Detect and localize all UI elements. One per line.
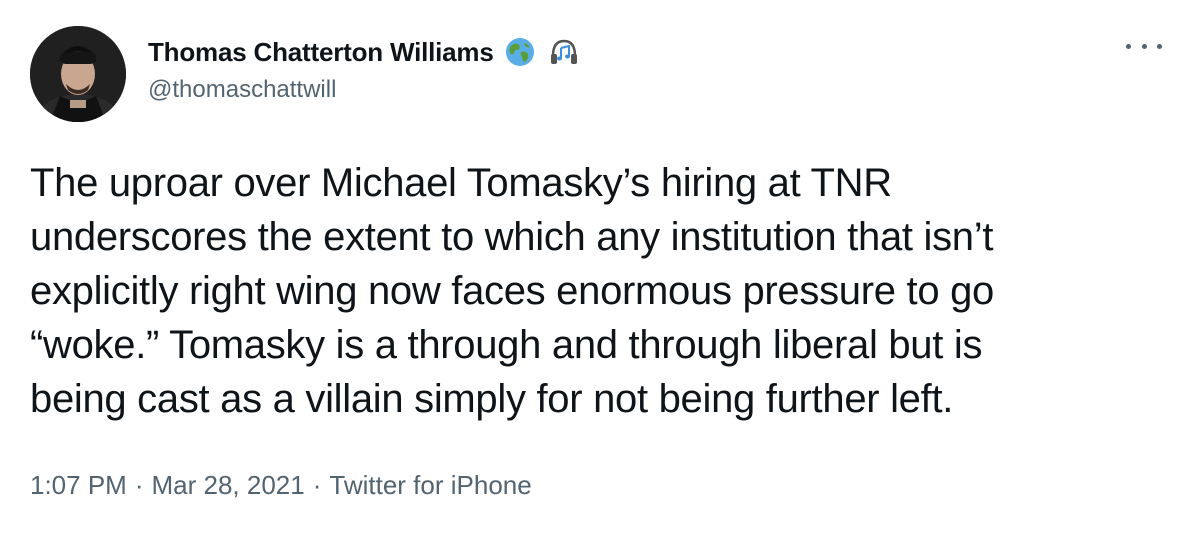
name-row: Thomas Chatterton Williams [148,34,580,70]
more-options-icon[interactable] [1126,34,1162,58]
tweet-card: Thomas Chatterton Williams @thomaschattw… [0,0,1192,538]
tweet-meta: 1:07 PM · Mar 28, 2021 · Twitter for iPh… [30,470,532,501]
separator: · [134,470,144,500]
avatar-photo-icon [30,26,126,122]
tweet-header: Thomas Chatterton Williams @thomaschattw… [148,34,580,114]
globe-icon [504,36,536,68]
more-dot [1141,43,1147,49]
tweet-date[interactable]: Mar 28, 2021 [152,470,305,501]
separator: · [312,470,322,500]
tweet-text: The uproar over Michael Tomasky’s hiring… [30,161,994,421]
headphones-music-icon [548,36,580,68]
tweet-source[interactable]: Twitter for iPhone [329,470,531,501]
tweet-time[interactable]: 1:07 PM [30,470,127,501]
author-display-name[interactable]: Thomas Chatterton Williams [148,37,494,68]
avatar[interactable] [30,26,126,122]
more-dot [1157,43,1162,49]
more-dot [1126,43,1131,49]
author-handle[interactable]: @thomaschattwill [148,76,580,104]
